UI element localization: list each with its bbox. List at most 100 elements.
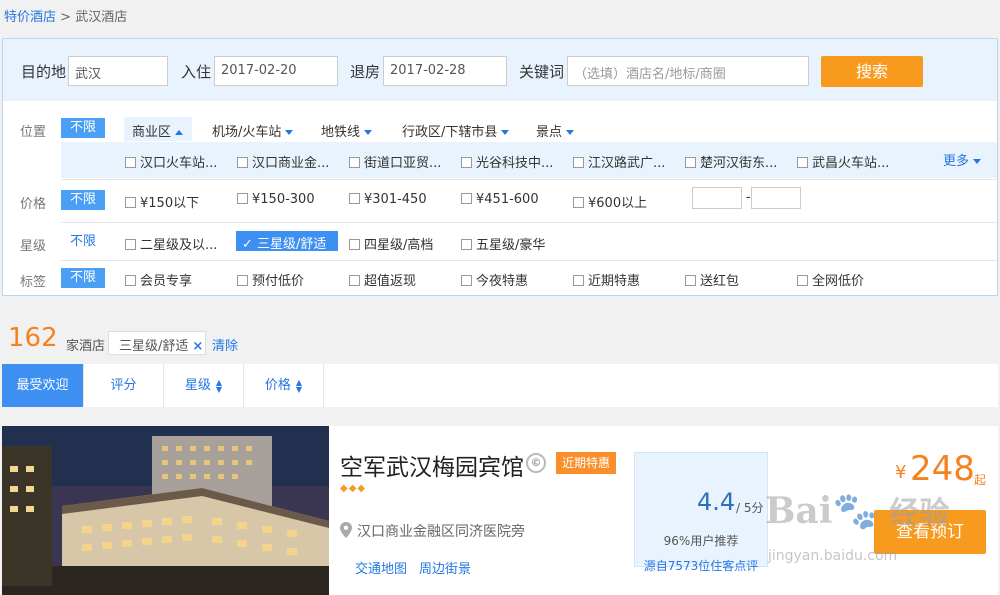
location-option[interactable]: 汉口商业金... <box>237 152 329 171</box>
price-no-limit-button[interactable]: 不限 <box>61 190 105 210</box>
recommend-rate: 96%用户推荐 <box>663 534 739 548</box>
checkin-date-input[interactable]: 2017-02-20 <box>214 56 338 86</box>
tag-option[interactable]: 会员专享 <box>125 270 192 289</box>
caret-down-icon <box>566 130 575 135</box>
hotel-name[interactable]: 空军武汉梅园宾馆 <box>340 448 524 482</box>
clear-filters-link[interactable]: 清除 <box>212 335 238 354</box>
search-bar: 目的地 武汉 入住 2017-02-20 退房 2017-02-28 关键词 （… <box>3 39 997 101</box>
tags-label: 标签 <box>20 275 47 290</box>
watermark-text: 经验 <box>889 496 950 531</box>
price-option[interactable]: ¥301-450 <box>349 192 427 207</box>
checkbox-icon <box>573 157 584 168</box>
price-currency: ¥ <box>895 462 907 483</box>
location-option[interactable]: 武昌火车站... <box>797 152 889 171</box>
destination-label: 目的地 <box>21 63 67 81</box>
hotel-address: 汉口商业金融区同济医院旁 <box>357 524 525 540</box>
tab-district[interactable]: 行政区/下辖市县 <box>402 121 510 140</box>
tab-business-district[interactable]: 商业区 <box>124 117 192 141</box>
traffic-map-link[interactable]: 交通地图 <box>355 558 407 577</box>
sort-tab-popular[interactable]: 最受欢迎 <box>2 364 84 407</box>
sort-tab-star[interactable]: 星级 ▲ ▼ <box>164 364 244 407</box>
price-min-input[interactable] <box>692 187 742 209</box>
checkbox-icon <box>125 157 136 168</box>
tab-label: 商业区 <box>132 125 172 140</box>
tags-no-limit-button[interactable]: 不限 <box>61 268 105 288</box>
destination-input[interactable]: 武汉 <box>68 56 168 86</box>
divider <box>61 179 997 180</box>
breadcrumb-separator: > <box>60 10 72 25</box>
location-option[interactable]: 江汉路武广... <box>573 152 665 171</box>
watermark-url: jingyan.baidu.com <box>768 548 898 564</box>
checkbox-icon <box>125 197 136 208</box>
results-count: 162 <box>8 323 58 353</box>
location-no-limit-button[interactable]: 不限 <box>61 118 105 138</box>
filter-panel: 目的地 武汉 入住 2017-02-20 退房 2017-02-28 关键词 （… <box>2 38 998 296</box>
checkbox-icon <box>125 239 136 250</box>
tab-label: 景点 <box>536 125 563 140</box>
star-option[interactable]: 二星级及以... <box>125 234 217 253</box>
rating-box: 4.4 / 5分 96%用户推荐 源自7573位住客点评 <box>634 452 768 573</box>
price-option[interactable]: ¥150以下 <box>125 192 199 211</box>
star-option[interactable]: 四星级/高档 <box>349 234 433 253</box>
location-label: 位置 <box>20 125 47 140</box>
sort-tab-rating[interactable]: 评分 <box>84 364 164 407</box>
caret-down-icon <box>501 130 510 135</box>
breadcrumb-link-deals[interactable]: 特价酒店 <box>4 10 56 25</box>
tab-airport-station[interactable]: 机场/火车站 <box>212 121 294 140</box>
diamond-rating-icon: ◆◆◆ <box>340 483 367 494</box>
price-max-input[interactable] <box>751 187 801 209</box>
star-option[interactable]: 五星级/豪华 <box>461 234 545 253</box>
checkbox-icon <box>685 275 696 286</box>
tag-option[interactable]: 今夜特惠 <box>461 270 528 289</box>
checkout-label: 退房 <box>350 63 381 81</box>
tag-option[interactable]: 超值返现 <box>349 270 416 289</box>
more-button[interactable]: 更多 <box>943 150 982 169</box>
checkbox-icon <box>349 157 360 168</box>
price-option[interactable]: ¥451-600 <box>461 192 539 207</box>
rating-score: 4.4 <box>697 488 736 516</box>
street-view-link[interactable]: 周边街景 <box>419 558 471 577</box>
price-label: 价格 <box>20 197 47 212</box>
tab-metro[interactable]: 地铁线 <box>321 121 373 140</box>
breadcrumb: 特价酒店 > 武汉酒店 <box>4 6 127 25</box>
results-count-unit: 家酒店 <box>66 339 106 354</box>
location-option[interactable]: 汉口火车站... <box>125 152 217 171</box>
divider <box>61 260 997 261</box>
reviews-link[interactable]: 源自7573位住客点评 <box>635 557 767 574</box>
close-icon[interactable]: × <box>192 339 203 354</box>
checkout-date-input[interactable]: 2017-02-28 <box>383 56 507 86</box>
sort-tab-price[interactable]: 价格 ▲ ▼ <box>244 364 324 407</box>
checkbox-icon <box>797 275 808 286</box>
divider <box>61 222 997 223</box>
location-option[interactable]: 光谷科技中... <box>461 152 553 171</box>
search-button[interactable]: 搜索 <box>821 56 923 87</box>
checkbox-icon <box>573 275 584 286</box>
star-no-limit-button[interactable]: 不限 <box>61 232 105 252</box>
tag-option[interactable]: 预付低价 <box>237 270 304 289</box>
tab-attractions[interactable]: 景点 <box>536 121 575 140</box>
checkbox-icon <box>237 157 248 168</box>
checkbox-icon <box>461 275 472 286</box>
hotel-photo[interactable] <box>2 426 329 595</box>
keyword-input[interactable]: （选填）酒店名/地标/商圈 <box>567 56 809 86</box>
keyword-label: 关键词 <box>519 63 565 81</box>
tag-option[interactable]: 近期特惠 <box>573 270 640 289</box>
star-option-selected[interactable]: ✓ 三星级/舒适 <box>236 231 338 252</box>
price-range-separator: - <box>746 190 751 205</box>
check-icon: ✓ <box>242 237 258 252</box>
checkbox-icon <box>349 239 360 250</box>
location-pin-icon <box>340 522 352 538</box>
tag-option[interactable]: 全网低价 <box>797 270 864 289</box>
star-label: 星级 <box>20 239 47 254</box>
price-option[interactable]: ¥600以上 <box>573 192 647 211</box>
checkbox-icon <box>237 193 248 204</box>
checkbox-icon <box>237 275 248 286</box>
tab-label: 机场/火车站 <box>212 125 282 140</box>
checkbox-icon <box>685 157 696 168</box>
chip-label: 三星级/舒适 <box>119 339 189 354</box>
location-option[interactable]: 街道口亚贸... <box>349 152 441 171</box>
caret-down-icon <box>364 130 373 135</box>
location-option[interactable]: 楚河汉街东... <box>685 152 777 171</box>
tag-option[interactable]: 送红包 <box>685 270 739 289</box>
price-option[interactable]: ¥150-300 <box>237 192 315 207</box>
